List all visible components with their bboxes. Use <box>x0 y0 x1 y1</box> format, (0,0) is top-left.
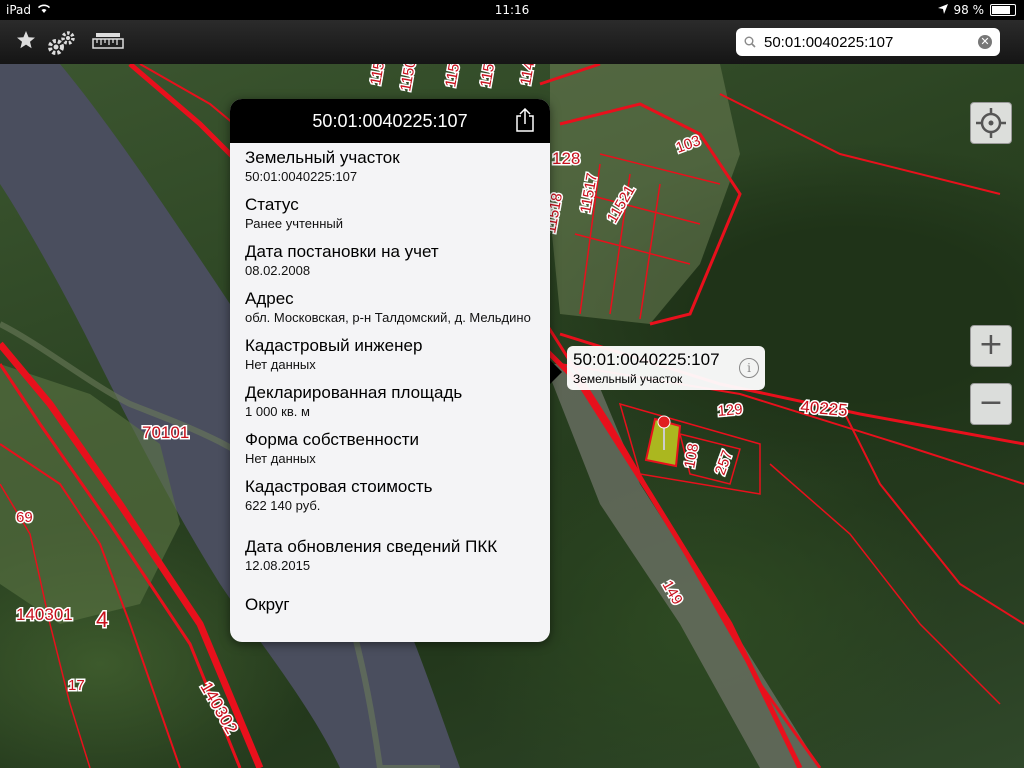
popover-body[interactable]: Земельный участок 50:01:0040225:107 Стату… <box>230 143 550 615</box>
toolbar: ✕ <box>0 20 1024 64</box>
field-label: Кадастровая стоимость <box>245 477 433 496</box>
info-icon[interactable]: i <box>739 358 759 378</box>
field-cadastral-engineer: Кадастровый инженер Нет данных <box>245 335 535 373</box>
label-129: 129 <box>717 401 743 420</box>
field-label: Декларированная площадь <box>245 383 463 402</box>
star-icon[interactable] <box>16 30 36 55</box>
field-label: Дата постановки на учет <box>245 242 439 261</box>
callout-title: 50:01:0040225:107 <box>573 350 720 369</box>
label-11500: 11500 <box>367 64 391 87</box>
share-icon[interactable] <box>514 108 536 132</box>
field-label: Округ <box>245 595 290 614</box>
location-arrow-icon <box>937 3 948 17</box>
field-status: Статус Ранее учтенный <box>245 194 535 232</box>
field-label: Дата обновления сведений ПКК <box>245 537 498 556</box>
status-bar: iPad 11:16 98 % <box>0 0 1024 20</box>
clear-search-icon[interactable]: ✕ <box>978 35 992 49</box>
field-label: Статус <box>245 195 299 214</box>
popover-header: 50:01:0040225:107 <box>230 99 550 143</box>
field-label: Форма собственности <box>245 430 419 449</box>
battery-percent: 98 % <box>953 3 985 17</box>
field-value: обл. Московская, р-н Талдомский, д. Мель… <box>245 310 531 325</box>
highway <box>545 364 820 768</box>
field-cadastral-value: Кадастровая стоимость 622 140 руб. <box>245 476 535 514</box>
label-11502: 11502 <box>397 64 421 93</box>
label-70101: 70101 <box>142 423 189 442</box>
field-district: Округ <box>245 594 535 615</box>
field-value: 08.02.2008 <box>245 263 311 278</box>
field-value: 12.08.2015 <box>245 558 311 573</box>
battery-icon <box>990 4 1016 16</box>
zoom-out-button[interactable]: − <box>970 383 1012 425</box>
callout-subtitle: Земельный участок <box>573 372 683 386</box>
field-value: Нет данных <box>245 451 316 466</box>
label-4: 4 <box>96 607 108 632</box>
field-value: 1 000 кв. м <box>245 404 310 419</box>
popover-title: 50:01:0040225:107 <box>312 111 468 131</box>
search-bar[interactable]: ✕ <box>736 28 1000 56</box>
field-label: Адрес <box>245 289 294 308</box>
clock: 11:16 <box>494 3 530 17</box>
field-value: 50:01:0040225:107 <box>245 169 358 184</box>
label-69: 69 <box>16 509 33 526</box>
label-108: 108 <box>681 442 702 470</box>
map-pin-icon[interactable] <box>657 415 671 429</box>
field-pkk-update-date: Дата обновления сведений ПКК 12.08.2015 <box>245 536 535 574</box>
label-1148: 1148 <box>517 64 539 87</box>
field-value: Нет данных <box>245 357 316 372</box>
field-value: 622 140 руб. <box>245 498 321 513</box>
field-value: Ранее учтенный <box>245 216 343 231</box>
zoom-in-button[interactable]: + <box>970 325 1012 367</box>
field-label: Кадастровый инженер <box>245 336 423 355</box>
gears-icon[interactable] <box>46 30 78 61</box>
popover-arrow <box>550 360 562 384</box>
search-input[interactable] <box>762 32 966 52</box>
crosshair-icon <box>976 108 1006 138</box>
field-label: Земельный участок <box>245 148 400 167</box>
locate-me-button[interactable] <box>970 102 1012 144</box>
field-land-plot: Земельный участок 50:01:0040225:107 <box>245 147 535 185</box>
label-17: 17 <box>68 677 85 694</box>
label-11505: 11505 <box>442 64 466 89</box>
field-ownership-form: Форма собственности Нет данных <box>245 429 535 467</box>
label-140301: 140301 <box>16 605 73 624</box>
label-128: 128 <box>552 149 580 168</box>
search-icon <box>744 36 756 48</box>
plus-icon: + <box>978 327 1004 362</box>
info-popover: 50:01:0040225:107 Земельный участок 50:01… <box>230 99 550 642</box>
parcel-callout[interactable]: 50:01:0040225:107 Земельный участок i <box>567 346 765 390</box>
label-11507: 11507 <box>477 64 501 89</box>
ruler-icon[interactable] <box>92 30 124 59</box>
label-40225: 40225 <box>800 397 849 420</box>
field-registration-date: Дата постановки на учет 08.02.2008 <box>245 241 535 279</box>
minus-icon: − <box>978 385 1004 420</box>
field-declared-area: Декларированная площадь 1 000 кв. м <box>245 382 535 420</box>
field-address: Адрес обл. Московская, р-н Талдомский, д.… <box>245 288 535 326</box>
